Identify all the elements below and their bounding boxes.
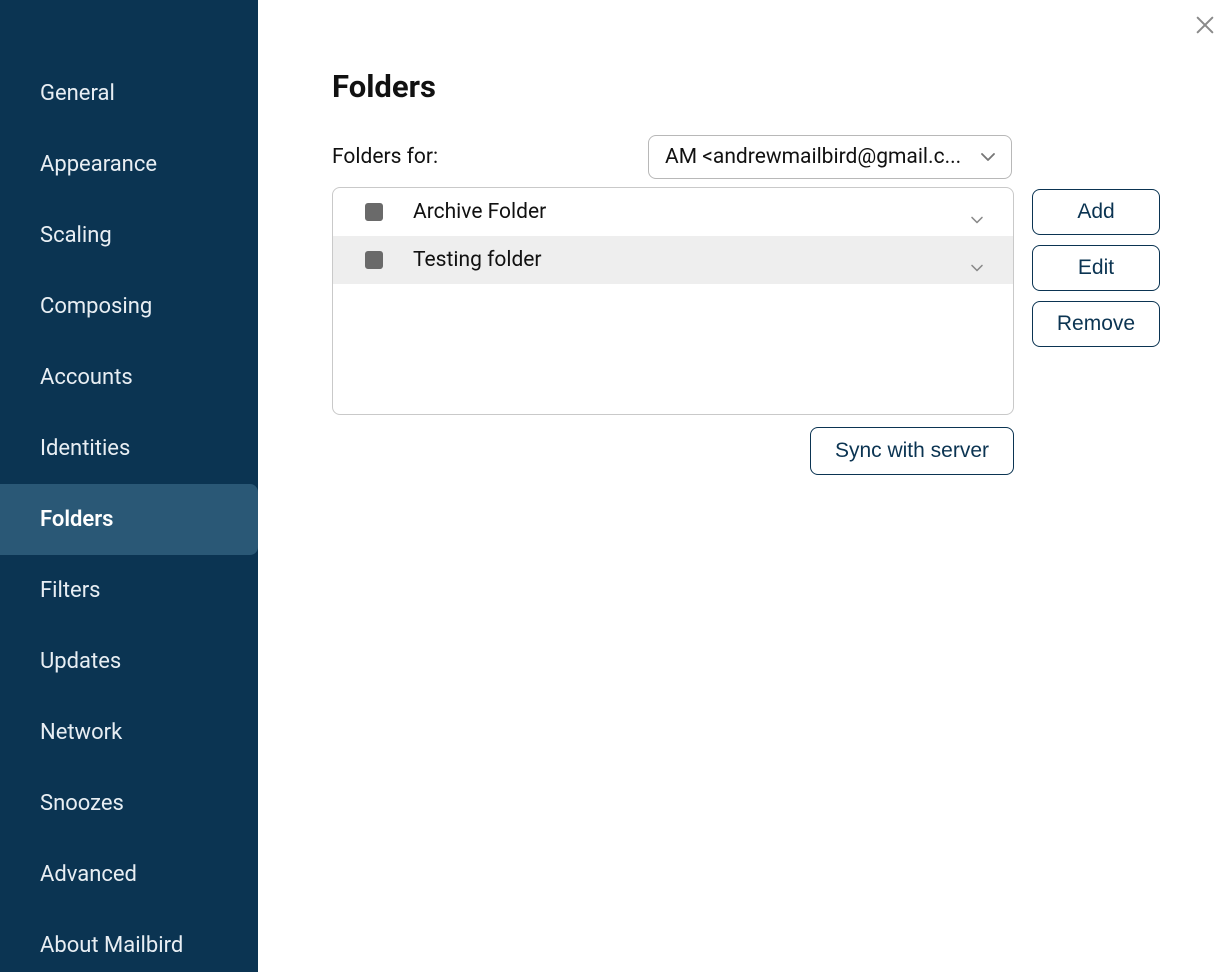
sidebar-item-identities[interactable]: Identities — [0, 413, 258, 484]
sidebar-item-label: Folders — [40, 507, 114, 532]
main-panel: Folders Folders for: AM <andrewmailbird@… — [258, 0, 1227, 972]
sidebar-item-label: About Mailbird — [40, 933, 183, 958]
folder-list: Archive Folder Testing folder — [332, 187, 1014, 415]
chevron-down-icon — [979, 151, 997, 163]
chevron-down-icon — [969, 207, 985, 217]
sidebar-item-appearance[interactable]: Appearance — [0, 129, 258, 200]
chevron-down-icon — [969, 255, 985, 265]
remove-button[interactable]: Remove — [1032, 301, 1160, 347]
sidebar-item-label: Snoozes — [40, 791, 124, 816]
folder-icon — [365, 203, 383, 221]
account-select-value: AM <andrewmailbird@gmail.c... — [665, 145, 969, 169]
folders-for-label: Folders for: — [332, 145, 648, 169]
sidebar-item-label: Identities — [40, 436, 130, 461]
sidebar-item-network[interactable]: Network — [0, 697, 258, 768]
folder-row-archive[interactable]: Archive Folder — [333, 188, 1013, 236]
account-select[interactable]: AM <andrewmailbird@gmail.c... — [648, 135, 1012, 179]
folder-name: Archive Folder — [413, 200, 969, 224]
page-title: Folders — [332, 68, 1160, 105]
sidebar-item-filters[interactable]: Filters — [0, 555, 258, 626]
sidebar-item-general[interactable]: General — [0, 58, 258, 129]
sidebar-item-label: General — [40, 81, 115, 106]
sidebar-item-updates[interactable]: Updates — [0, 626, 258, 697]
sidebar-item-about[interactable]: About Mailbird — [0, 910, 258, 972]
sidebar-item-label: Composing — [40, 294, 152, 319]
sidebar-item-accounts[interactable]: Accounts — [0, 342, 258, 413]
sidebar-item-label: Advanced — [40, 862, 137, 887]
edit-button[interactable]: Edit — [1032, 245, 1160, 291]
sidebar-item-label: Scaling — [40, 223, 112, 248]
folder-name: Testing folder — [413, 248, 969, 272]
folders-for-row: Folders for: AM <andrewmailbird@gmail.c.… — [332, 135, 1160, 179]
sidebar-item-label: Updates — [40, 649, 121, 674]
folder-icon — [365, 251, 383, 269]
add-button[interactable]: Add — [1032, 189, 1160, 235]
sidebar-item-label: Accounts — [40, 365, 133, 390]
close-icon[interactable] — [1194, 14, 1216, 36]
sidebar-item-folders[interactable]: Folders — [0, 484, 258, 555]
sidebar-item-advanced[interactable]: Advanced — [0, 839, 258, 910]
sync-with-server-button[interactable]: Sync with server — [810, 427, 1014, 475]
sidebar-item-label: Appearance — [40, 152, 157, 177]
settings-sidebar: General Appearance Scaling Composing Acc… — [0, 0, 258, 972]
sidebar-item-composing[interactable]: Composing — [0, 271, 258, 342]
folder-actions: Add Edit Remove — [1032, 189, 1160, 347]
folder-row-testing[interactable]: Testing folder — [333, 236, 1013, 284]
sidebar-item-scaling[interactable]: Scaling — [0, 200, 258, 271]
sidebar-item-label: Network — [40, 720, 122, 745]
sidebar-item-label: Filters — [40, 578, 101, 603]
sidebar-item-snoozes[interactable]: Snoozes — [0, 768, 258, 839]
